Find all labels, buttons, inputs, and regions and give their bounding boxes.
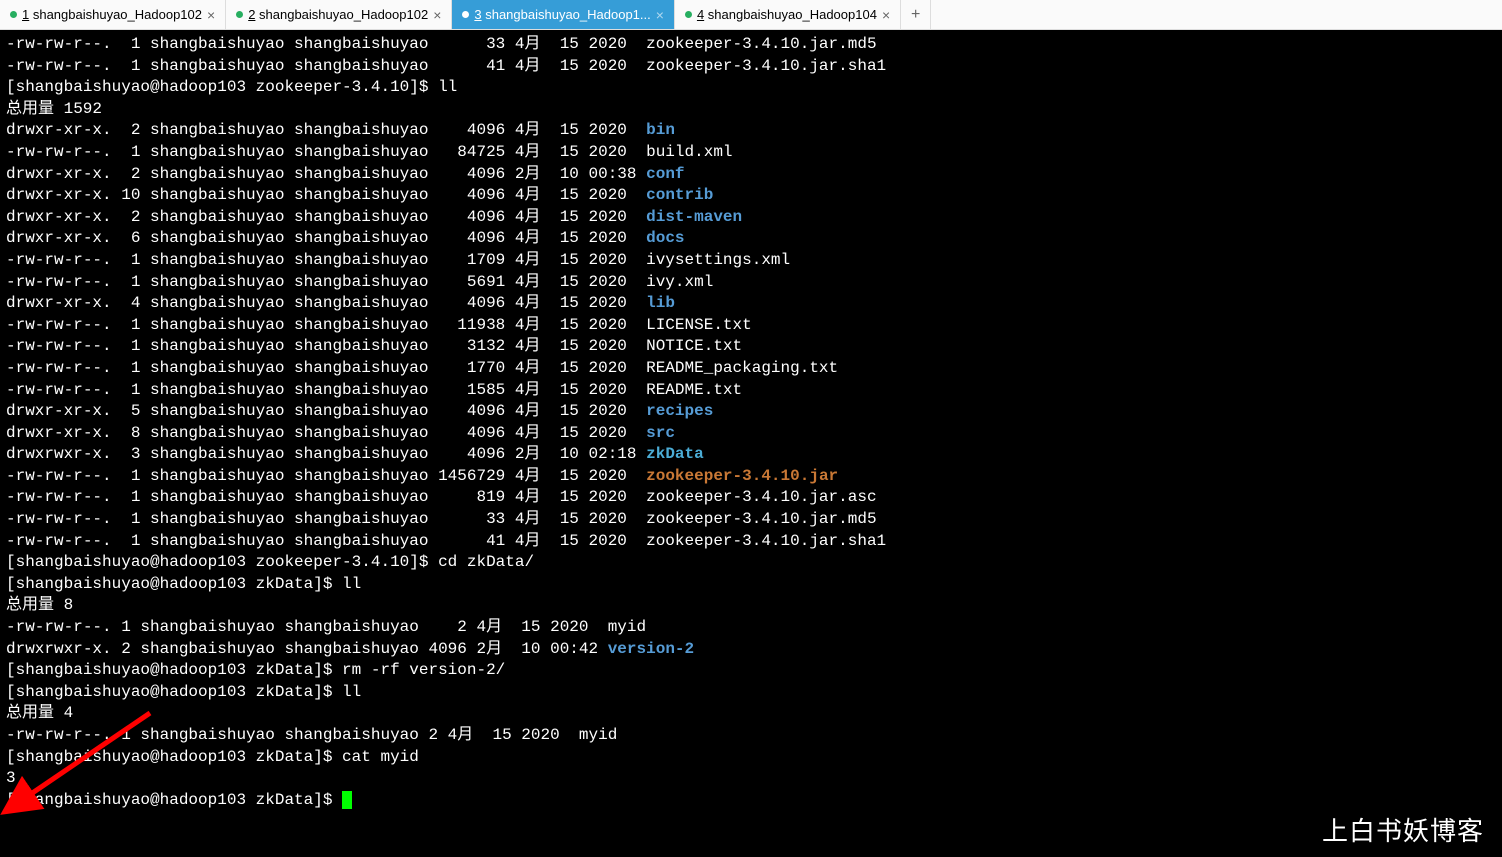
close-icon[interactable]: ×	[656, 7, 664, 23]
terminal[interactable]: -rw-rw-r--. 1 shangbaishuyao shangbaishu…	[0, 30, 1502, 857]
status-dot	[462, 11, 469, 18]
tab-label: 4 shangbaishuyao_Hadoop104	[697, 7, 877, 22]
status-dot	[685, 11, 692, 18]
tab-add-button[interactable]: +	[901, 0, 931, 29]
tab-label: 2 shangbaishuyao_Hadoop102	[248, 7, 428, 22]
tab-label: 1 shangbaishuyao_Hadoop102	[22, 7, 202, 22]
tab-4[interactable]: 4 shangbaishuyao_Hadoop104 ×	[675, 0, 901, 29]
tab-label: 3 shangbaishuyao_Hadoop1...	[474, 7, 650, 22]
close-icon[interactable]: ×	[882, 7, 890, 23]
cursor	[342, 791, 352, 809]
watermark: 上白书妖博客	[1322, 814, 1484, 849]
status-dot	[236, 11, 243, 18]
status-dot	[10, 11, 17, 18]
tab-3[interactable]: 3 shangbaishuyao_Hadoop1... ×	[452, 0, 675, 29]
close-icon[interactable]: ×	[207, 7, 215, 23]
tab-bar: 1 shangbaishuyao_Hadoop102×2 shangbaishu…	[0, 0, 1502, 30]
tab-2[interactable]: 2 shangbaishuyao_Hadoop102 ×	[226, 0, 452, 29]
close-icon[interactable]: ×	[433, 7, 441, 23]
terminal-content: -rw-rw-r--. 1 shangbaishuyao shangbaishu…	[6, 34, 1496, 811]
tab-1[interactable]: 1 shangbaishuyao_Hadoop102 ×	[0, 0, 226, 29]
